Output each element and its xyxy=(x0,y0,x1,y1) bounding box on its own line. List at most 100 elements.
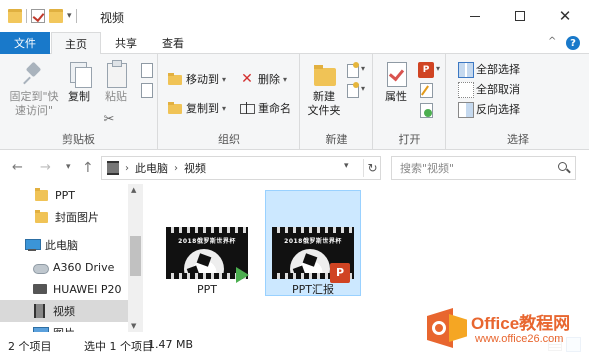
breadcrumb-this-pc[interactable]: 此电脑 xyxy=(135,160,168,176)
rename-icon xyxy=(239,100,255,116)
pin-icon xyxy=(20,60,48,88)
tab-share[interactable]: 共享 xyxy=(104,32,148,54)
chevron-down-icon[interactable]: ▾ xyxy=(361,84,365,93)
copy-to-button[interactable]: 复制到 ▾ xyxy=(167,99,226,117)
thumbnail-caption: 2018俄罗斯世界杯 xyxy=(178,238,236,245)
select-group-label: 选择 xyxy=(507,133,529,146)
ribbon-tabs: 文件 主页 共享 查看 ^ ? xyxy=(0,32,589,55)
tab-file[interactable]: 文件 xyxy=(0,32,50,54)
up-arrow-icon[interactable]: ↑ xyxy=(82,160,94,176)
navigation-pane: PPT 封面图片 此电脑 A360 Drive HUAWEI P20 视频 图片… xyxy=(0,184,145,332)
copy-icon xyxy=(65,60,93,88)
scroll-up-icon[interactable]: ▲ xyxy=(131,186,136,194)
selected-size: 1.47 MB xyxy=(148,338,194,351)
scroll-down-icon[interactable]: ▼ xyxy=(131,322,136,330)
select-all-button[interactable]: 全部选择 xyxy=(457,60,520,78)
nav-scrollbar[interactable]: ▲ ▼ xyxy=(128,184,143,332)
invert-selection-button[interactable]: 反向选择 xyxy=(457,100,520,118)
properties-icon xyxy=(382,60,410,88)
office-logo-icon xyxy=(427,308,467,348)
help-icon[interactable]: ? xyxy=(566,36,580,50)
new-folder-button[interactable]: 新建 文件夹 xyxy=(303,60,345,118)
nav-item-label: HUAWEI P20 xyxy=(53,282,122,296)
delete-label: 删除 xyxy=(258,73,280,86)
scroll-thumb[interactable] xyxy=(130,236,141,276)
copy-button[interactable]: 复制 xyxy=(62,60,96,104)
move-to-label: 移动到 xyxy=(186,73,219,86)
move-to-button[interactable]: 移动到 ▾ xyxy=(167,70,226,88)
minimize-button[interactable] xyxy=(452,0,498,32)
maximize-button[interactable] xyxy=(497,0,543,32)
item-count: 2 个项目 xyxy=(8,340,52,353)
properties-quick-icon[interactable] xyxy=(31,9,45,23)
file-item-ppt-report[interactable]: 2018俄罗斯世界杯 P PPT汇报 xyxy=(265,190,361,296)
delete-button[interactable]: ✕ 删除 ▾ xyxy=(239,70,287,88)
address-bar[interactable]: › 此电脑 › 视频 ▾ ↻ xyxy=(101,156,381,180)
edit-icon[interactable] xyxy=(418,82,434,98)
nav-item-cover-images[interactable]: 封面图片 xyxy=(0,206,128,228)
chevron-down-icon[interactable]: ▾ xyxy=(344,161,349,171)
select-all-icon xyxy=(457,61,474,78)
breadcrumb-separator-icon[interactable]: › xyxy=(174,163,178,174)
file-item-ppt[interactable]: 2018俄罗斯世界杯 PPT xyxy=(159,188,255,296)
rename-button[interactable]: 重命名 xyxy=(239,99,291,117)
cut-icon[interactable]: ✂ xyxy=(101,112,117,128)
close-button[interactable]: ✕ xyxy=(542,0,588,32)
thumbnail-caption: 2018俄罗斯世界杯 xyxy=(284,238,342,245)
select-group: 全部选择 全部取消 反向选择 选择 xyxy=(447,54,589,150)
select-all-label: 全部选择 xyxy=(476,63,520,76)
nav-item-a360-drive[interactable]: A360 Drive xyxy=(0,256,128,278)
tab-home[interactable]: 主页 xyxy=(51,32,101,55)
select-none-button[interactable]: 全部取消 xyxy=(457,80,520,98)
refresh-icon[interactable]: ↻ xyxy=(363,159,381,177)
folder-icon xyxy=(8,9,22,23)
copy-path-icon[interactable] xyxy=(138,62,154,78)
new-group: 新建 文件夹 ▾ ▾ 新建 xyxy=(301,54,373,150)
chevron-down-icon[interactable]: ▾ xyxy=(436,64,440,73)
watermark: Office教程网 www.office26.com xyxy=(421,304,589,357)
nav-item-label: A360 Drive xyxy=(53,260,115,274)
organize-group-label: 组织 xyxy=(218,133,240,146)
chevron-down-icon: ▾ xyxy=(222,103,227,113)
nav-item-label: 封面图片 xyxy=(55,211,99,224)
breadcrumb-separator-icon[interactable]: › xyxy=(125,163,129,174)
new-item-icon[interactable] xyxy=(345,62,361,78)
nav-item-label: 此电脑 xyxy=(45,239,78,252)
video-folder-icon xyxy=(107,161,119,175)
new-folder-label-line2: 文件夹 xyxy=(307,104,341,117)
office-logo-shape xyxy=(449,314,467,342)
pin-to-quick-access-button[interactable]: 固定到"快 速访问" xyxy=(6,60,62,118)
history-icon[interactable] xyxy=(418,102,434,118)
properties-button[interactable]: 属性 xyxy=(378,60,414,104)
paste-button[interactable]: 粘贴 xyxy=(98,60,134,104)
search-input[interactable]: 搜索"视频" xyxy=(391,156,576,180)
tab-view[interactable]: 查看 xyxy=(150,32,196,54)
nav-item-ppt[interactable]: PPT xyxy=(0,184,128,206)
select-none-label: 全部取消 xyxy=(476,83,520,96)
back-arrow-icon[interactable]: ← xyxy=(12,160,23,175)
nav-item-this-pc[interactable]: 此电脑 xyxy=(0,234,128,256)
customize-quick-access-icon[interactable]: ▾ xyxy=(67,11,72,21)
chevron-down-icon: ▾ xyxy=(222,74,227,84)
nav-item-label: PPT xyxy=(55,188,75,202)
breadcrumb-videos[interactable]: 视频 xyxy=(184,160,206,176)
nav-item-huawei-p20[interactable]: HUAWEI P20 xyxy=(0,278,128,300)
forward-arrow-icon[interactable]: → xyxy=(40,160,51,175)
folder-icon xyxy=(34,209,50,225)
nav-item-pictures[interactable]: 图片 xyxy=(0,322,128,332)
nav-item-videos[interactable]: 视频 xyxy=(0,300,128,322)
document-icon xyxy=(138,62,154,78)
move-to-icon xyxy=(167,71,183,87)
soccer-ball-icon xyxy=(290,249,330,279)
open-group-label: 打开 xyxy=(398,133,421,146)
copy-to-icon xyxy=(167,100,183,116)
recent-locations-icon[interactable]: ▾ xyxy=(66,162,71,172)
collapse-ribbon-icon[interactable]: ^ xyxy=(548,36,556,47)
address-row: ← → ▾ ↑ › 此电脑 › 视频 ▾ ↻ 搜索"视频" xyxy=(0,152,589,184)
search-icon[interactable] xyxy=(558,162,570,174)
paste-shortcut-icon[interactable] xyxy=(138,82,154,98)
open-with-powerpoint-icon[interactable]: P xyxy=(418,62,434,78)
chevron-down-icon[interactable]: ▾ xyxy=(361,64,365,73)
new-folder-quick-icon[interactable] xyxy=(49,9,63,23)
easy-access-icon[interactable] xyxy=(345,82,361,98)
